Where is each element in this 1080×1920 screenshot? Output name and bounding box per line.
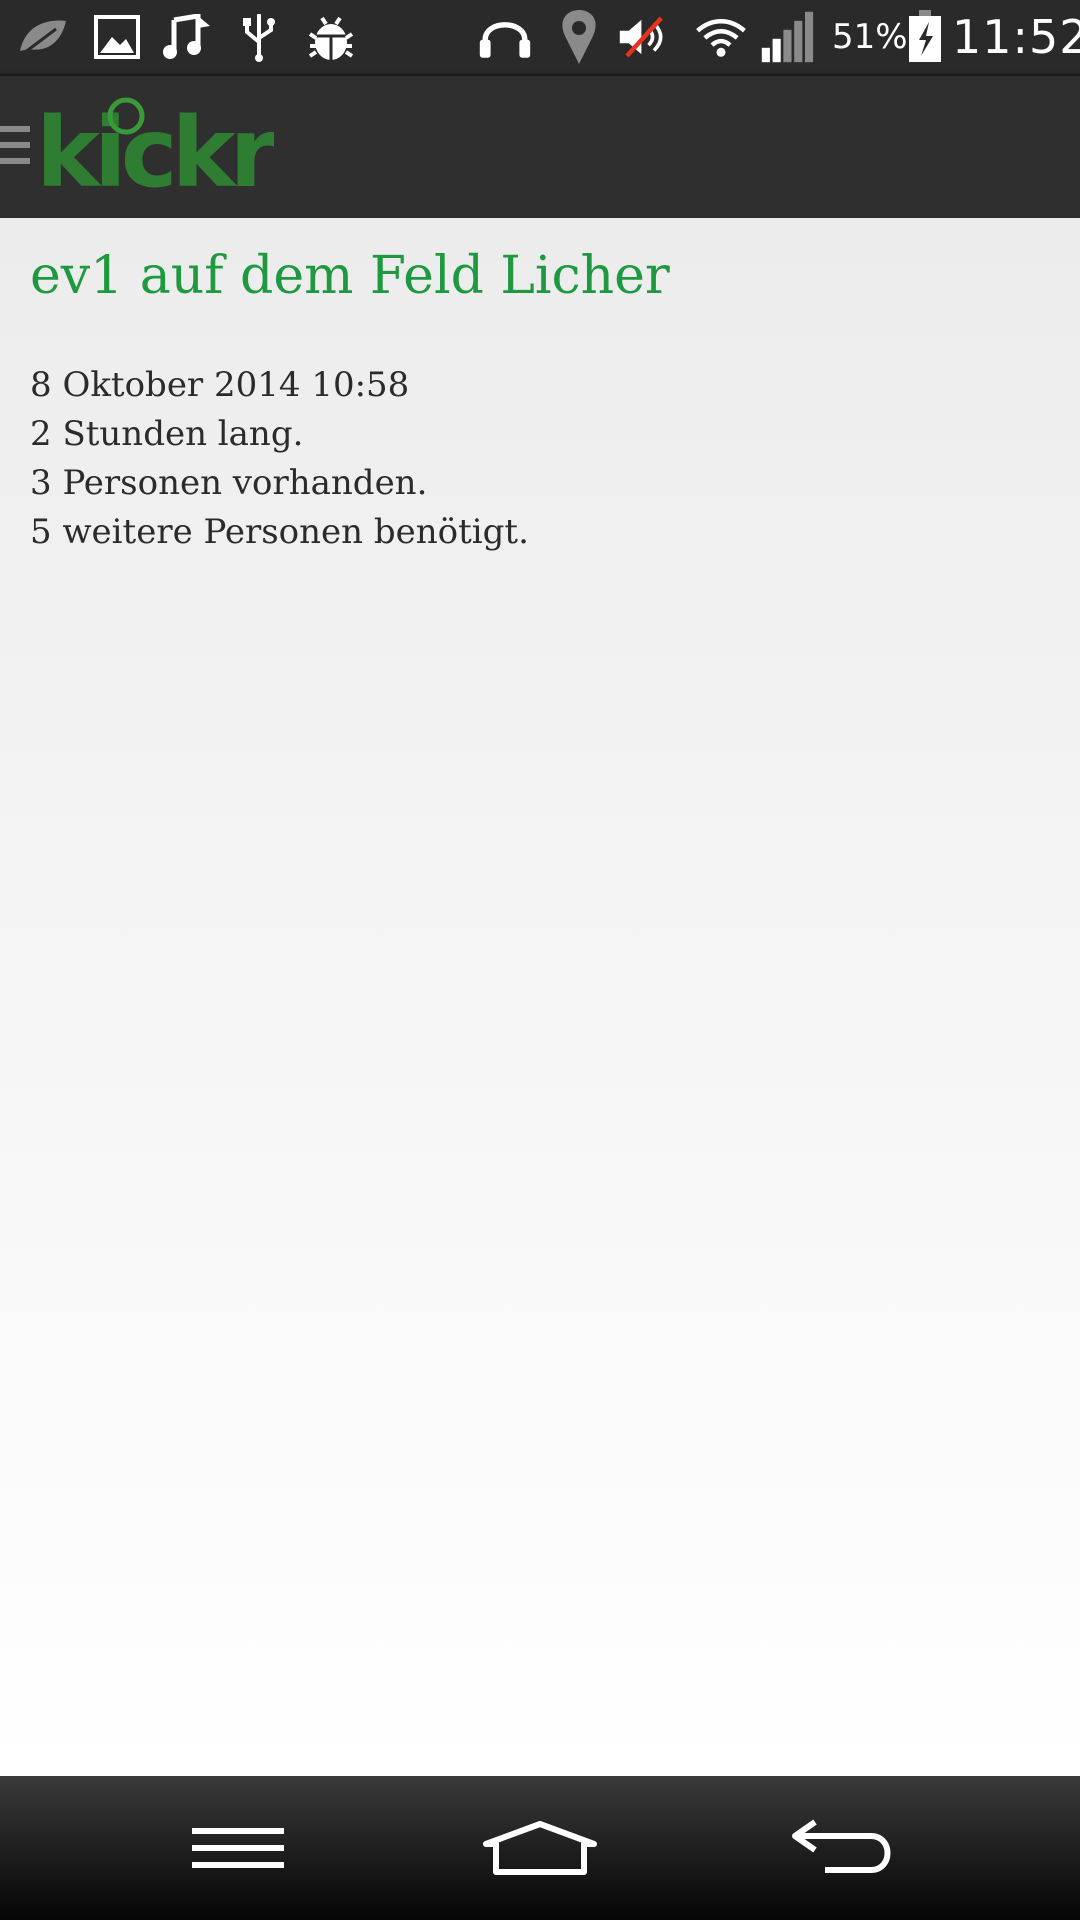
app-bar: kickr bbox=[0, 74, 1080, 220]
wifi-icon bbox=[694, 10, 748, 64]
status-bar: 51% 11:52 bbox=[0, 0, 1080, 74]
signal-icon bbox=[760, 10, 814, 64]
battery-icon bbox=[898, 10, 952, 64]
menu-button[interactable] bbox=[168, 1798, 308, 1898]
event-present-count: 3 Personen vorhanden. bbox=[30, 463, 428, 503]
clock: 11:52 bbox=[952, 10, 1080, 64]
back-icon bbox=[792, 1819, 891, 1873]
usb-icon bbox=[232, 10, 286, 64]
event-title: ev1 auf dem Feld Licher bbox=[30, 246, 670, 306]
svg-text:kickr: kickr bbox=[36, 97, 274, 198]
android-debug-icon bbox=[304, 10, 358, 64]
leaf-icon bbox=[16, 10, 70, 64]
event-details: 8 Oktober 2014 10:58 2 Stunden lang. 3 P… bbox=[30, 361, 529, 557]
kickr-logo[interactable]: kickr bbox=[34, 94, 284, 209]
volume-muted-icon bbox=[618, 10, 672, 64]
battery-percent: 51% bbox=[832, 17, 908, 57]
menu-icon bbox=[192, 1828, 284, 1868]
music-icon bbox=[160, 10, 214, 64]
back-button[interactable] bbox=[774, 1798, 914, 1898]
event-date: 8 Oktober 2014 10:58 bbox=[30, 365, 410, 405]
home-icon bbox=[483, 1821, 597, 1875]
drawer-icon[interactable] bbox=[0, 126, 30, 170]
event-detail: ev1 auf dem Feld Licher 8 Oktober 2014 1… bbox=[0, 218, 1080, 1776]
navigation-bar bbox=[0, 1776, 1080, 1920]
home-button[interactable] bbox=[470, 1798, 610, 1898]
event-duration: 2 Stunden lang. bbox=[30, 414, 304, 454]
gallery-icon bbox=[90, 10, 144, 64]
event-needed-count: 5 weitere Personen benötigt. bbox=[30, 512, 529, 552]
headphones-icon bbox=[478, 10, 532, 64]
location-icon bbox=[552, 10, 606, 64]
